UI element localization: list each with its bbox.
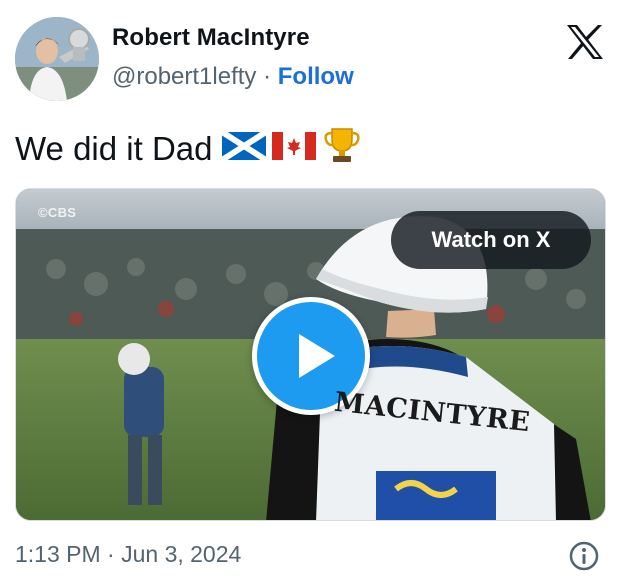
video-player[interactable]: ©CBS Watch on X MACINTYRE [15,188,606,521]
trophy-icon [322,125,362,173]
info-icon[interactable] [568,540,600,572]
author-handle[interactable]: @robert1lefty [112,63,256,90]
separator: · [263,63,272,90]
handle-row: @robert1lefty · Follow [112,63,354,91]
scotland-flag-icon [220,129,269,168]
author-name[interactable]: Robert MacIntyre [112,24,310,52]
tweet-text: We did it Dad [15,130,213,167]
avatar-image [15,17,99,101]
canada-flag-icon [272,130,317,168]
cbs-watermark: ©CBS [38,205,77,220]
avatar[interactable] [15,17,99,101]
follow-button[interactable]: Follow [278,63,354,90]
watch-on-x-button[interactable]: Watch on X [391,211,591,269]
x-logo-icon[interactable] [565,24,605,60]
tweet-text-row: We did it Dad [15,125,362,173]
timestamp[interactable]: 1:13 PM · Jun 3, 2024 [15,541,241,568]
